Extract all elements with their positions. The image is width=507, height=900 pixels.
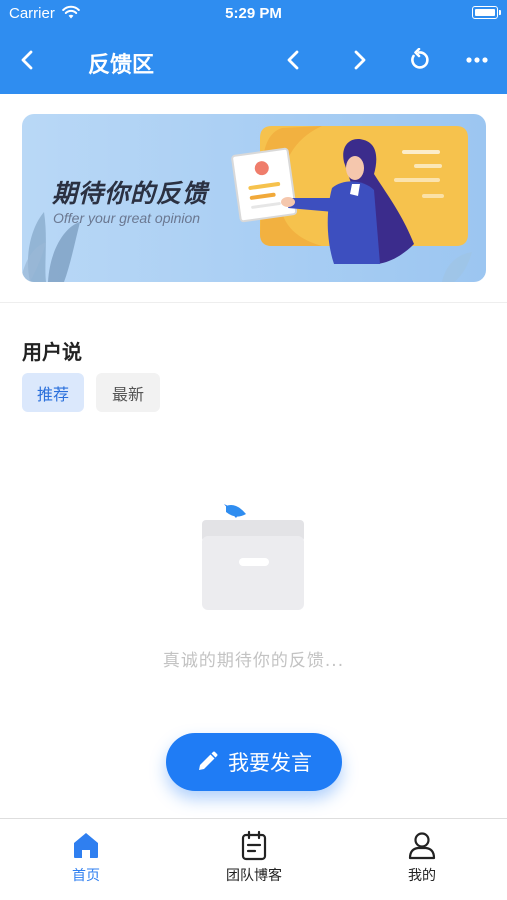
- chevron-left-icon: [287, 50, 299, 70]
- refresh-button[interactable]: [401, 42, 437, 78]
- top-header: Carrier 5:29 PM 反馈区: [0, 0, 507, 94]
- battery-icon: [472, 6, 501, 19]
- tab-team-blog[interactable]: 团队博客: [194, 829, 314, 891]
- section-divider: [0, 302, 507, 303]
- banner-subtitle: Offer your great opinion: [53, 210, 201, 226]
- post-feedback-label: 我要发言: [228, 751, 312, 775]
- pencil-icon: [199, 751, 218, 770]
- clock: 5:29 PM: [225, 5, 282, 22]
- page-title: 反馈区: [88, 53, 155, 78]
- empty-state-text: 真诚的期待你的反馈...: [162, 651, 345, 671]
- history-back-button[interactable]: [276, 42, 312, 78]
- banner-title: 期待你的反馈: [52, 179, 209, 208]
- navigation-bar: 反馈区: [0, 28, 507, 94]
- tab-profile-label: 我的: [408, 868, 436, 884]
- bottom-tab-bar: 首页 团队博客 我的: [0, 818, 507, 900]
- tab-profile[interactable]: 我的: [362, 829, 482, 891]
- back-button[interactable]: [10, 42, 46, 78]
- feedback-banner: 期待你的反馈 Offer your great opinion: [22, 114, 486, 282]
- post-feedback-button[interactable]: 我要发言: [166, 733, 342, 791]
- more-dots-icon: [466, 57, 488, 63]
- filter-recommended[interactable]: 推荐: [22, 373, 84, 412]
- calendar-note-icon: [241, 830, 267, 861]
- section-title: 用户说: [22, 340, 82, 364]
- tab-home[interactable]: 首页: [26, 829, 146, 891]
- history-forward-button[interactable]: [341, 42, 377, 78]
- chevron-left-icon: [21, 50, 33, 70]
- tab-team-blog-label: 团队博客: [226, 868, 282, 884]
- filter-latest[interactable]: 最新: [96, 373, 160, 412]
- user-icon: [408, 832, 436, 860]
- tab-home-label: 首页: [72, 868, 100, 884]
- refresh-icon: [411, 48, 429, 69]
- more-button[interactable]: [459, 42, 495, 78]
- empty-box-icon: [202, 504, 304, 610]
- status-bar: Carrier 5:29 PM: [0, 0, 507, 28]
- chevron-right-icon: [354, 50, 366, 70]
- home-icon: [74, 833, 98, 858]
